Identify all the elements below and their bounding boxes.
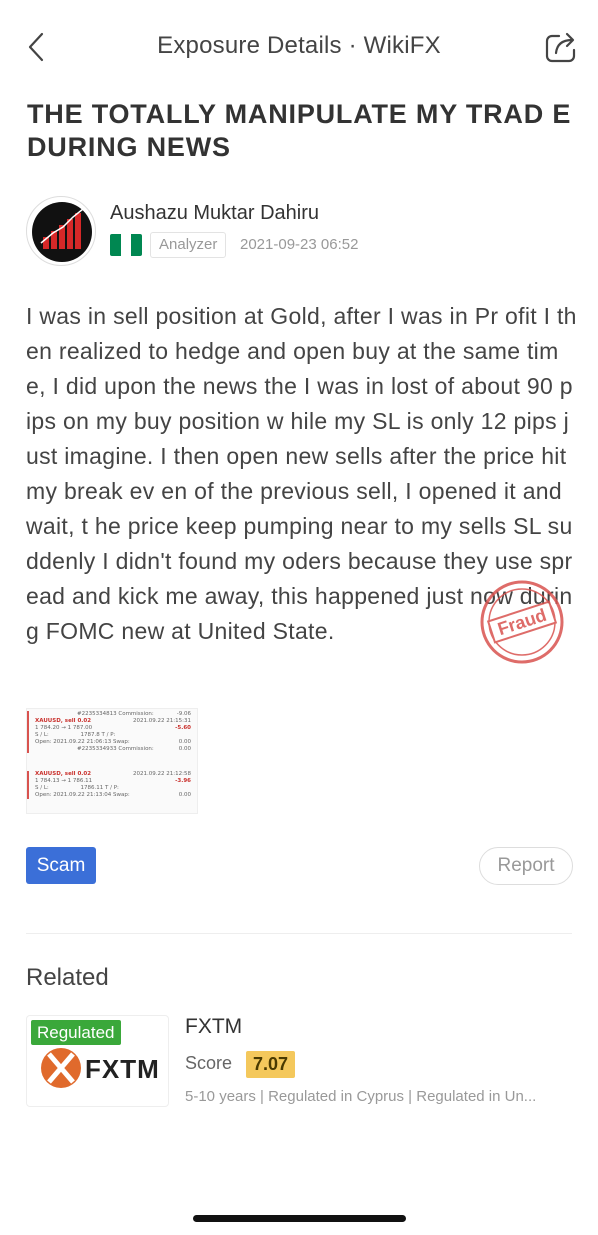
sl-value: 1786.11 [80, 785, 104, 791]
role-badge: Analyzer [150, 232, 227, 258]
swap-value: 0.00 [178, 792, 191, 798]
tp-label: T / P: [101, 732, 116, 738]
broker-name: FXTM [185, 1015, 243, 1038]
nigeria-flag-icon [110, 234, 142, 256]
broker-meta: 5-10 years | Regulated in Cyprus | Regul… [185, 1088, 537, 1105]
share-button[interactable] [544, 30, 580, 64]
open-label: Open: [35, 792, 52, 798]
sl-label: S / L: [35, 785, 49, 791]
sl-label: S / L: [35, 732, 49, 738]
trade-pl: -3.96 [175, 778, 191, 784]
article-title: THE TOTALLY MANIPULATE MY TRAD E DURING … [27, 99, 572, 162]
author-name[interactable]: Aushazu Muktar Dahiru [110, 202, 319, 225]
swap-label: Swap: [113, 792, 130, 798]
related-broker-card[interactable]: FXTM Regulated FXTM Score 7.07 5-10 year… [26, 1013, 576, 1109]
swap-label: Swap: [113, 739, 130, 745]
attachment-thumbnail[interactable]: #2235334813 Commission: -9.06 XAUUSD, se… [26, 708, 198, 814]
trade-date: 2021.09.22 21:15:31 [133, 718, 191, 724]
page-title: Exposure Details · WikiFX [157, 32, 441, 59]
flag-stripe-middle [120, 234, 132, 256]
regulated-badge: Regulated [31, 1020, 121, 1045]
trade-record-1: #2235334813 Commission: -9.06 XAUUSD, se… [27, 711, 197, 753]
commission-value: 0.00 [178, 746, 191, 752]
author-info: Aushazu Muktar Dahiru Analyzer 2021-09-2… [26, 196, 576, 266]
trade-id: #2235334933 [77, 746, 117, 752]
tp-label: T / P: [105, 785, 119, 791]
related-heading: Related [26, 964, 109, 991]
top-nav-bar: Exposure Details · WikiFX [0, 0, 598, 95]
trade-id: #2235334813 [77, 711, 117, 717]
sl-value: 1787.8 [80, 732, 100, 738]
commission-label: Commission: [118, 711, 154, 717]
scam-tag[interactable]: Scam [26, 847, 96, 884]
commission-label: Commission: [118, 746, 154, 752]
trade-record-2: XAUUSD, sell 0.02 2021.09.22 21:12:58 1 7… [27, 771, 197, 799]
commission-value: -9.06 [176, 711, 191, 717]
fxtm-logo-icon: FXTM [41, 1048, 159, 1088]
fraud-stamp-icon: Fraud [480, 580, 564, 664]
avatar-image [32, 202, 92, 262]
broker-logo-box: FXTM Regulated [26, 1015, 169, 1107]
post-timestamp: 2021-09-23 06:52 [240, 236, 359, 253]
report-button[interactable]: Report [479, 847, 573, 885]
open-value: 2021.09.22 21:13:04 [53, 792, 112, 798]
trade-pl: -5.60 [175, 725, 191, 731]
trade-symbol: XAUUSD, sell 0.02 [35, 718, 92, 724]
open-label: Open: [35, 739, 52, 745]
trade-symbol: XAUUSD, sell 0.02 [35, 771, 92, 777]
flag-stripe-left [110, 234, 121, 256]
score-badge: 7.07 [246, 1051, 296, 1078]
trade-prices: 1 784.13 → 1 786.11 [35, 778, 93, 784]
home-indicator[interactable] [193, 1215, 406, 1222]
fxtm-logo-text: FXTM [85, 1054, 159, 1084]
divider [26, 933, 572, 934]
avatar[interactable] [26, 196, 96, 266]
swap-value: 0.00 [178, 739, 191, 745]
trade-prices: 1 784.20 → 1 787.00 [35, 725, 93, 731]
flag-stripe-right [131, 234, 142, 256]
share-icon [545, 32, 576, 63]
open-value: 2021.09.22 21:06:13 [53, 739, 112, 745]
trade-date: 2021.09.22 21:12:58 [133, 771, 191, 777]
score-label: Score [185, 1053, 233, 1073]
